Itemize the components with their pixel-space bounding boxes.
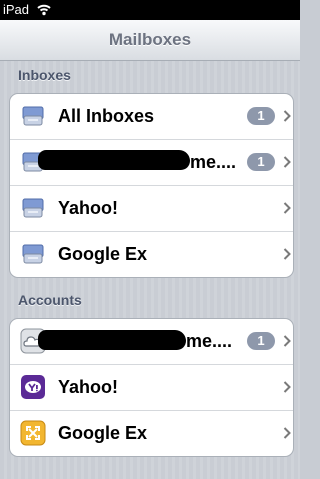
mailbox-list: Inboxes All Inboxes 1 me.... 1 Yahoo! Go…	[0, 61, 300, 479]
yahoo-icon	[21, 375, 45, 399]
inbox-tray-icon	[22, 106, 44, 126]
inbox-item-yahoo[interactable]: Yahoo!	[10, 186, 293, 232]
inbox-item-label: Google Ex	[58, 244, 148, 264]
inbox-item-label: All Inboxes	[58, 106, 155, 126]
account-item-google-ex[interactable]: Google Ex	[10, 411, 293, 456]
redacted-account-name	[38, 150, 190, 170]
inboxes-header: Inboxes	[18, 67, 71, 83]
inbox-item-label: Yahoo!	[58, 198, 119, 218]
unread-badge: 1	[247, 107, 275, 125]
inbox-tray-icon	[22, 198, 44, 218]
inboxes-group: All Inboxes 1 me.... 1 Yahoo! Google Ex	[9, 93, 294, 278]
accounts-header: Accounts	[18, 292, 82, 308]
inbox-item-all[interactable]: All Inboxes 1	[10, 94, 293, 140]
nav-bar: Mailboxes	[0, 20, 300, 61]
carrier-label: iPad	[3, 2, 30, 17]
account-item-mobileme[interactable]: me.... 1	[10, 319, 293, 365]
account-item-label: me....	[186, 331, 233, 351]
wifi-icon	[37, 4, 51, 16]
inbox-item-label: me....	[190, 152, 237, 172]
exchange-icon	[20, 420, 46, 446]
chevron-right-icon	[283, 335, 291, 347]
status-bar: iPad	[0, 0, 300, 20]
accounts-group: me.... 1 Yahoo! Google Ex	[9, 318, 294, 457]
chevron-right-icon	[283, 248, 291, 260]
chevron-right-icon	[283, 202, 291, 214]
chevron-right-icon	[283, 381, 291, 393]
inbox-tray-icon	[22, 244, 44, 264]
inbox-item-mobileme[interactable]: me.... 1	[10, 140, 293, 186]
unread-badge: 1	[247, 332, 275, 350]
redacted-account-name	[38, 330, 186, 350]
chevron-right-icon	[283, 427, 291, 439]
inbox-item-google-ex[interactable]: Google Ex	[10, 232, 293, 277]
chevron-right-icon	[283, 156, 291, 168]
account-item-label: Yahoo!	[58, 377, 119, 397]
page-title: Mailboxes	[108, 30, 192, 49]
chevron-right-icon	[283, 110, 291, 122]
account-item-yahoo[interactable]: Yahoo!	[10, 365, 293, 411]
account-item-label: Google Ex	[58, 423, 148, 443]
unread-badge: 1	[247, 153, 275, 171]
